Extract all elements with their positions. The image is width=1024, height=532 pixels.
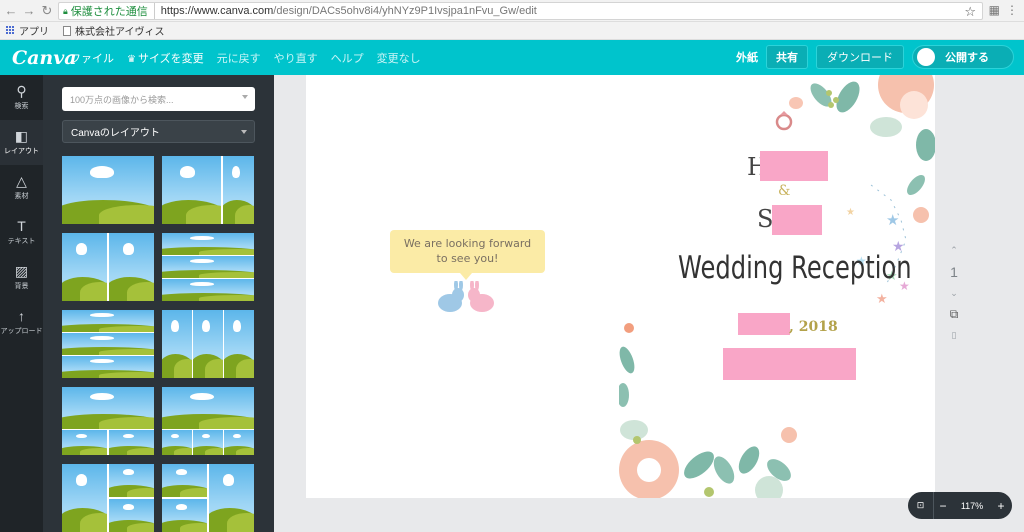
- svg-text:★: ★: [886, 212, 899, 229]
- rail-item-search[interactable]: ⚲ 検索: [0, 75, 43, 120]
- page-tools: ⌃ 1 ⌄ ⧉ ▯: [946, 245, 962, 341]
- bookmark-apps[interactable]: アプリ: [6, 23, 49, 38]
- menu-redo[interactable]: やり直す: [274, 50, 318, 66]
- editor-header: Canva ファイル ♛ サイズを変更 元に戻す やり直す ヘルプ 変更なし 外紙…: [0, 40, 1024, 75]
- layout-thumbnail[interactable]: [162, 310, 254, 378]
- duplicate-page-icon[interactable]: ⧉: [950, 307, 959, 322]
- header-actions: 外紙 共有 ダウンロード 公開する: [736, 45, 1014, 69]
- save-status: 変更なし: [376, 52, 421, 65]
- bookmarks-bar: アプリ 株式会社アイヴィス: [0, 22, 1024, 40]
- share-button[interactable]: 共有: [766, 45, 808, 69]
- zoom-level[interactable]: 117%: [952, 501, 992, 511]
- bunnies-illustration: [438, 281, 494, 312]
- layout-thumbnail[interactable]: [62, 310, 154, 378]
- event-year[interactable]: , 2018: [789, 319, 838, 335]
- rail-item-text[interactable]: T テキスト: [0, 210, 43, 255]
- move-down-icon[interactable]: ⌄: [950, 288, 958, 299]
- zoom-out-button[interactable]: −: [934, 499, 952, 513]
- background-icon: ▨: [14, 263, 29, 279]
- floral-decoration-bottom: [619, 323, 797, 498]
- move-up-icon[interactable]: ⌃: [950, 245, 958, 256]
- browser-toolbar: ← → ↻ 🔒︎ 保護された通信 https://www.canva.com/d…: [0, 0, 1024, 22]
- redacted-name-2: [772, 205, 822, 235]
- toggle-knob: [917, 48, 935, 66]
- delete-page-icon[interactable]: ▯: [952, 330, 957, 341]
- bookmark-star-icon[interactable]: ☆: [964, 4, 976, 20]
- text-icon: T: [17, 218, 26, 234]
- lock-icon: 🔒︎: [63, 5, 68, 16]
- page-number: 1: [950, 264, 958, 280]
- zoom-in-button[interactable]: +: [992, 499, 1010, 513]
- publish-toggle[interactable]: 公開する: [912, 45, 1014, 69]
- ampersand: &: [778, 183, 791, 199]
- layout-source-select[interactable]: Canvaのレイアウト: [62, 120, 255, 143]
- layout-thumbnail[interactable]: [62, 464, 154, 532]
- forward-icon[interactable]: →: [20, 2, 38, 20]
- layout-thumbnail[interactable]: [162, 464, 254, 532]
- extension-icons: ▦ ⋮: [989, 3, 1018, 17]
- menu-file[interactable]: ファイル: [70, 50, 114, 66]
- svg-text:★: ★: [846, 207, 855, 218]
- elements-icon: △: [16, 173, 27, 189]
- browser-menu-icon[interactable]: ⋮: [1006, 3, 1018, 17]
- address-bar[interactable]: 🔒︎ 保護された通信 https://www.canva.com/design/…: [58, 2, 983, 20]
- couple-name-2[interactable]: S: [757, 205, 773, 233]
- rail-item-elements[interactable]: △ 素材: [0, 165, 43, 210]
- menu-help[interactable]: ヘルプ: [331, 50, 364, 66]
- reload-icon[interactable]: ↻: [38, 2, 56, 20]
- chevron-down-icon: [242, 95, 248, 99]
- menu-resize[interactable]: ♛ サイズを変更: [127, 50, 204, 66]
- download-button[interactable]: ダウンロード: [816, 45, 904, 69]
- rail-item-upload[interactable]: ↑ アップロード: [0, 300, 43, 345]
- layout-thumbnail[interactable]: [62, 156, 154, 224]
- design-title[interactable]: 外紙: [736, 49, 758, 65]
- chevron-down-icon: [241, 130, 247, 134]
- redacted-date: [738, 313, 790, 335]
- wedding-title[interactable]: Wedding Reception: [678, 250, 912, 286]
- bookmark-company[interactable]: 株式会社アイヴィス: [63, 23, 165, 38]
- layout-thumbnail[interactable]: [162, 156, 254, 224]
- page-icon: [63, 25, 71, 36]
- speech-bubble[interactable]: We are looking forward to see you!: [390, 230, 545, 280]
- url-text: https://www.canva.com/design/DACs5ohv8i4…: [160, 5, 537, 17]
- layout-thumbnail[interactable]: [162, 387, 254, 455]
- extension-icon[interactable]: ▦: [989, 3, 1000, 17]
- layouts-panel: 100万点の画像から検索... Canvaのレイアウト: [43, 75, 274, 532]
- canvas-workspace: ★ ★ ★ ★ ★ ★ ★ We are looking forward to …: [274, 75, 1024, 532]
- svg-text:★: ★: [876, 291, 888, 306]
- search-icon: ⚲: [16, 83, 27, 99]
- layout-thumbnail[interactable]: [162, 233, 254, 301]
- rail-item-background[interactable]: ▨ 背景: [0, 255, 43, 300]
- rail-item-layout[interactable]: ◧ レイアウト: [0, 120, 43, 165]
- menu-undo[interactable]: 元に戻す: [217, 50, 261, 66]
- apps-grid-icon: [6, 26, 15, 35]
- redacted-venue: [723, 348, 856, 380]
- side-rail: ⚲ 検索 ◧ レイアウト △ 素材 T テキスト ▨ 背景 ↑ アップロード: [0, 75, 43, 532]
- upload-icon: ↑: [18, 308, 25, 324]
- secure-indicator: 🔒︎ 保護された通信: [63, 3, 155, 19]
- zoom-control: ⊡ − 117% +: [908, 492, 1012, 519]
- image-search-input[interactable]: 100万点の画像から検索...: [62, 87, 255, 111]
- layout-thumbnail[interactable]: [62, 233, 154, 301]
- layout-thumbnail[interactable]: [62, 387, 154, 455]
- editor-menu: ファイル ♛ サイズを変更 元に戻す やり直す ヘルプ 変更なし: [70, 50, 421, 66]
- canva-logo[interactable]: Canva: [12, 47, 77, 69]
- redacted-name-1: [760, 151, 828, 181]
- back-icon[interactable]: ←: [2, 2, 20, 20]
- crown-icon: ♛: [127, 53, 136, 65]
- design-page[interactable]: ★ ★ ★ ★ ★ ★ ★ We are looking forward to …: [306, 75, 935, 498]
- present-icon[interactable]: ⊡: [908, 492, 934, 519]
- layout-icon: ◧: [14, 128, 29, 144]
